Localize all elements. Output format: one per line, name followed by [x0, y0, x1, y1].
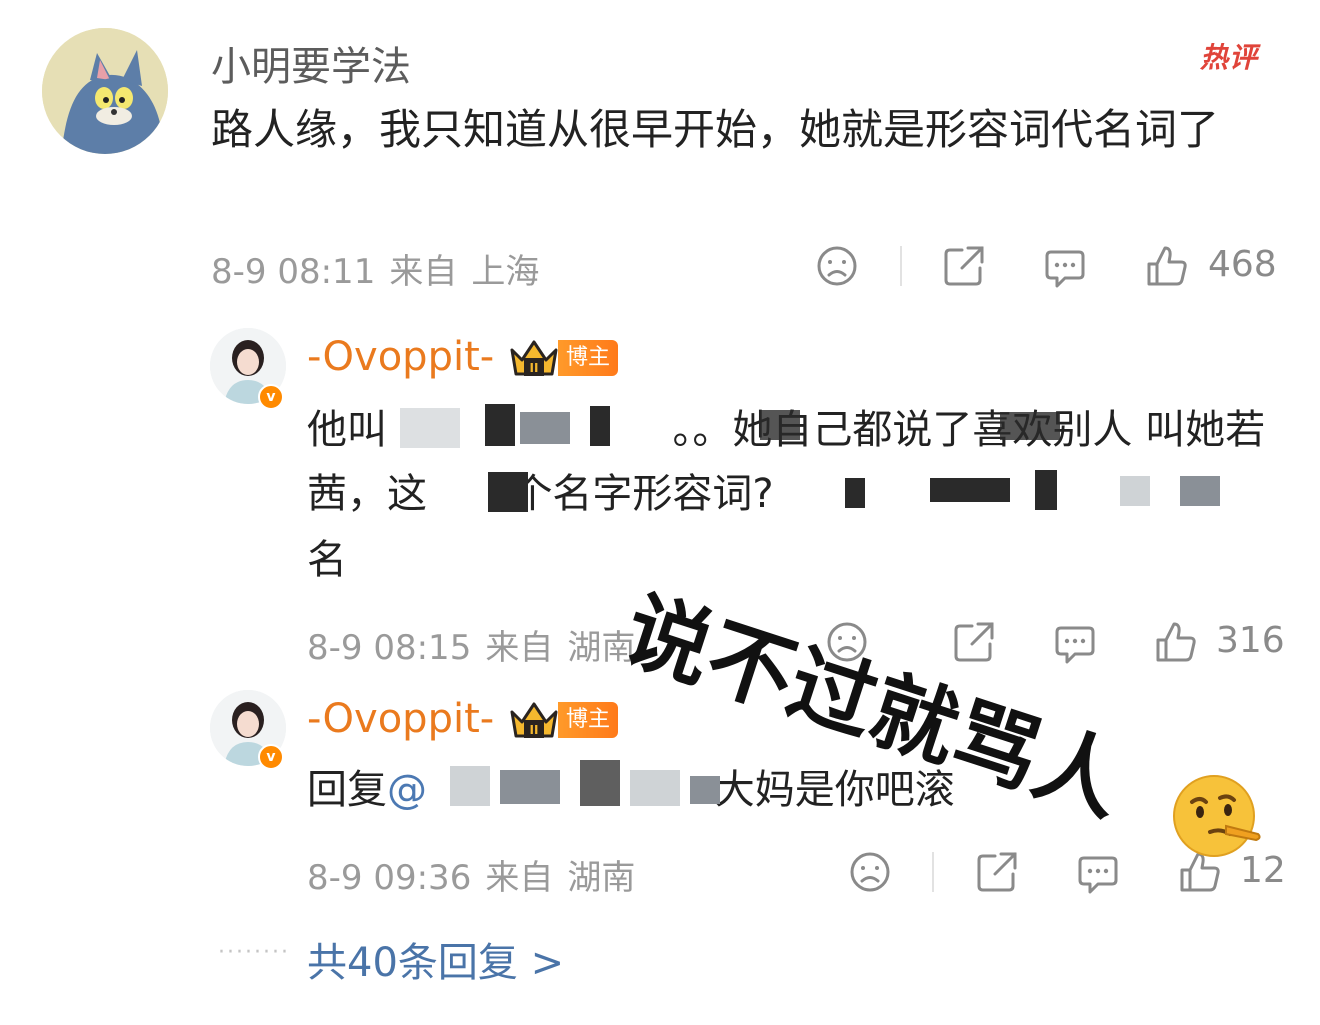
- sad-face-icon[interactable]: [815, 244, 859, 288]
- thumbs-up-icon[interactable]: [1154, 620, 1198, 664]
- reply-text-fragment: 个名字形容词?: [512, 471, 774, 517]
- reply-from: 来自: [485, 858, 554, 898]
- mention-link[interactable]: @: [387, 767, 427, 813]
- reply-date: 8-9 09:36: [307, 858, 472, 898]
- reply-username[interactable]: -Ovoppit-: [307, 696, 494, 742]
- comment-text: 路人缘，我只知道从很早开始，她就是形容词代名词了: [211, 105, 1220, 154]
- redaction-block: [400, 408, 460, 448]
- share-icon[interactable]: [975, 850, 1019, 894]
- verified-badge: v: [258, 744, 284, 770]
- redaction-block: [845, 478, 865, 508]
- redaction-block: [1035, 470, 1057, 510]
- dotted-separator: ········: [218, 940, 290, 965]
- reply-text-fragment: 叫她若: [1145, 407, 1266, 453]
- redaction-block: [500, 770, 560, 804]
- svg-text:II: II: [530, 361, 539, 375]
- share-icon[interactable]: [942, 244, 986, 288]
- redaction-block: [1180, 476, 1220, 506]
- redaction-block: [450, 766, 490, 806]
- redaction-block: [580, 760, 620, 806]
- like-count: 316: [1216, 620, 1285, 661]
- crown-icon: II: [510, 702, 558, 738]
- avatar[interactable]: [42, 28, 168, 154]
- sad-face-icon[interactable]: [848, 850, 892, 894]
- comment-icon[interactable]: [1043, 246, 1087, 290]
- tom-cat-avatar-icon: [42, 28, 168, 154]
- redaction-block: [1120, 476, 1150, 506]
- reply-text-fragment: 他叫: [307, 407, 387, 453]
- redaction-block: [630, 770, 680, 806]
- redaction-block: [488, 472, 528, 512]
- hot-comment-badge: 热评: [1200, 41, 1259, 74]
- divider: [932, 852, 934, 892]
- reply-date: 8-9 08:15: [307, 628, 472, 668]
- comment-icon[interactable]: [1076, 852, 1120, 896]
- reply-meta: 8-9 09:36 来自 湖南: [307, 850, 635, 899]
- reply-username[interactable]: -Ovoppit-: [307, 334, 494, 380]
- redaction-block: [1000, 412, 1060, 440]
- comment-location: 上海: [471, 252, 540, 292]
- comment-from: 来自: [389, 252, 458, 292]
- like-count: 468: [1208, 244, 1277, 285]
- reply-text-fragment: 茜，这: [307, 471, 427, 517]
- svg-text:II: II: [530, 723, 539, 737]
- blogger-tag: 博主: [558, 702, 618, 738]
- comment-date: 8-9 08:11: [211, 252, 376, 292]
- blogger-tag: 博主: [558, 340, 618, 376]
- divider: [900, 246, 902, 286]
- redaction-block: [520, 412, 570, 444]
- reply-text-line3: 名: [307, 537, 347, 583]
- comment-username[interactable]: 小明要学法: [211, 34, 411, 92]
- share-icon[interactable]: [952, 620, 996, 664]
- redaction-block: [590, 406, 610, 446]
- redaction-block: [690, 776, 720, 804]
- comment-meta: 8-9 08:11 来自 上海: [211, 244, 539, 293]
- reply-text-fragment: 。。她自己都说了喜欢别人: [672, 407, 1133, 453]
- crown-icon: II: [510, 340, 558, 376]
- comment-icon[interactable]: [1053, 622, 1097, 666]
- redaction-block: [930, 478, 1010, 502]
- thumbs-up-icon[interactable]: [1145, 244, 1189, 288]
- redaction-block: [760, 410, 800, 440]
- more-replies-link[interactable]: 共40条回复 >: [307, 930, 564, 988]
- reply-from: 来自: [485, 628, 554, 668]
- reply-location: 湖南: [567, 858, 636, 898]
- reply-meta: 8-9 08:15 来自 湖南: [307, 620, 635, 669]
- redaction-block: [485, 404, 515, 446]
- thinking-face-emoji: [1173, 775, 1261, 857]
- reply-prefix: 回复: [307, 767, 387, 813]
- verified-badge: v: [258, 384, 284, 410]
